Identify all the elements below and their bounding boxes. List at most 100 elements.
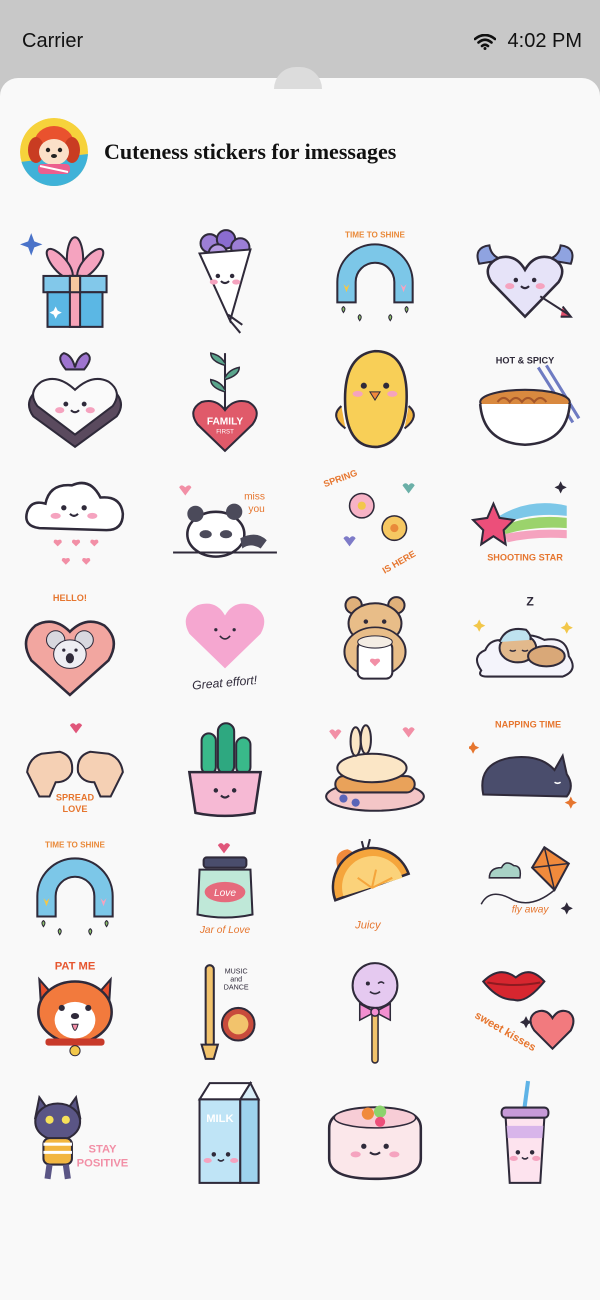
cactus-pot-icon [187,722,263,818]
pat-me-label: PAT ME [55,960,96,972]
sticker-milk-carton[interactable]: MILK [150,1072,300,1194]
sticker-family-heart[interactable]: FAMILY FIRST [150,340,300,462]
jar-love-label: Love [214,888,236,899]
page-title: Cuteness stickers for imessages [104,139,397,164]
fly-away-label: fly away [512,904,550,915]
rainbow-2-icon: TIME TO SHINE [36,840,114,936]
sticker-rain-cloud[interactable] [0,462,150,584]
sticker-grid: TIME TO SHINE FAMILY FIRST HOT & SPICY m… [0,218,600,1194]
sticker-ramen-bowl[interactable]: HOT & SPICY [450,340,600,462]
sticker-shooting-star[interactable]: SHOOTING STAR [450,462,600,584]
sushi-cake-icon [327,1105,423,1181]
you-label: you [248,504,264,515]
status-right: 4:02 PM [473,30,582,53]
sticker-sleeping-bear[interactable]: Z [450,584,600,706]
clock: 4:02 PM [507,30,582,52]
sticker-cat-stay-positive[interactable]: STAY POSITIVE [0,1072,150,1194]
sticker-yellow-bird[interactable] [300,340,450,462]
koala-heart-icon: HELLO! [24,593,116,697]
sticker-heart-cake[interactable] [0,340,150,462]
dog-icon: PAT ME [37,960,113,1057]
app-header: Cuteness stickers for imessages [20,118,396,186]
music-label: MUSIC [225,967,248,975]
sticker-kite[interactable]: fly away [450,828,600,950]
sticker-lips-sweet-kisses[interactable]: sweet kisses [450,950,600,1072]
juicy-label: Juicy [354,920,382,932]
heart-cake-icon [28,352,122,449]
spring-label: SPRING [322,468,358,489]
and-label: and [230,975,242,983]
shooting-star-icon: SHOOTING STAR [470,481,567,563]
great-effort-label: Great effort! [192,673,259,693]
wifi-icon [473,33,496,50]
sticker-lollipop[interactable] [300,950,450,1072]
milk-label: MILK [206,1113,233,1125]
sticker-bear-cocoa[interactable] [300,584,450,706]
bunny-pancakes-icon [325,724,425,812]
sticker-panda-miss-you[interactable]: miss you [150,462,300,584]
is-here-label: IS HERE [381,549,418,576]
yellow-bird-icon [335,349,415,449]
napping-cat-icon: NAPPING TIME [469,719,577,809]
jar-of-love-caption: Jar of Love [199,925,251,936]
sticker-gift-box[interactable] [0,218,150,340]
sticker-heart-hands[interactable]: SPREAD LOVE [0,706,150,828]
sticker-flower-bouquet[interactable] [150,218,300,340]
orange-slice-icon: Juicy [331,838,411,932]
hello-label: HELLO! [53,593,87,603]
stay-label: STAY [88,1143,117,1155]
sleeping-bear-icon: Z [473,594,574,678]
sticker-spring-flowers[interactable]: SPRING IS HERE [300,462,450,584]
shooting-star-label: SHOOTING STAR [487,553,563,563]
family-heart-icon: FAMILY FIRST [192,352,258,453]
rain-cloud-icon [25,481,125,565]
bubble-tea-icon [500,1080,550,1184]
pink-heart-icon: Great effort! [185,603,265,693]
sticker-orange-slice[interactable]: Juicy [300,828,450,950]
jar-of-love-icon: Love Jar of Love [196,843,254,936]
sticker-heart-with-wings[interactable] [450,218,600,340]
miss-label: miss [244,492,265,503]
sticker-rainbow[interactable]: TIME TO SHINE [300,218,450,340]
ramen-caption: HOT & SPICY [496,355,555,365]
sweet-kisses-label: sweet kisses [472,1010,537,1055]
carrier-label: Carrier [22,30,84,52]
sticker-napping-cat[interactable]: NAPPING TIME [450,706,600,828]
flute-tambourine-icon: MUSIC and DANCE [200,964,256,1060]
sticker-bunny-pancakes[interactable] [300,706,450,828]
napping-time-label: NAPPING TIME [495,719,561,729]
spring-flowers-icon: SPRING IS HERE [322,468,418,576]
flower-bouquet-icon [198,229,252,334]
sticker-dog-pat-me[interactable]: PAT ME [0,950,150,1072]
rainbow-icon: TIME TO SHINE [336,230,414,322]
love-label: LOVE [63,804,88,814]
spread-label: SPREAD [56,793,95,803]
sticker-rainbow-2[interactable]: TIME TO SHINE [0,828,150,950]
dance-label: DANCE [224,984,249,992]
sticker-sheet: Cuteness stickers for imessages TIME TO … [0,78,600,1300]
bear-cocoa-icon [343,596,407,680]
app-icon [20,118,88,186]
sticker-koala-heart[interactable]: HELLO! [0,584,150,706]
cat-icon: STAY POSITIVE [33,1094,129,1180]
first-label: FIRST [216,429,234,436]
sticker-pink-heart[interactable]: Great effort! [150,584,300,706]
sleep-z-label: Z [526,594,534,608]
ramen-bowl-icon: HOT & SPICY [478,355,581,447]
kite-icon: fly away [480,845,573,915]
milk-carton-icon: MILK [197,1081,261,1184]
lollipop-icon [351,962,399,1064]
panda-icon: miss you [173,485,277,558]
family-label: FAMILY [207,416,244,427]
lips-icon: sweet kisses [472,971,575,1055]
sticker-jar-of-love[interactable]: Love Jar of Love [150,828,300,950]
sticker-cactus-pot[interactable] [150,706,300,828]
rainbow-caption: TIME TO SHINE [345,230,405,239]
rainbow-2-caption: TIME TO SHINE [45,840,105,849]
sticker-sushi-cake[interactable] [300,1072,450,1194]
sticker-bubble-tea[interactable] [450,1072,600,1194]
gift-box-icon [20,233,108,328]
sticker-flute-tambourine[interactable]: MUSIC and DANCE [150,950,300,1072]
heart-hands-icon: SPREAD LOVE [26,723,124,814]
winged-heart-icon [476,244,574,319]
